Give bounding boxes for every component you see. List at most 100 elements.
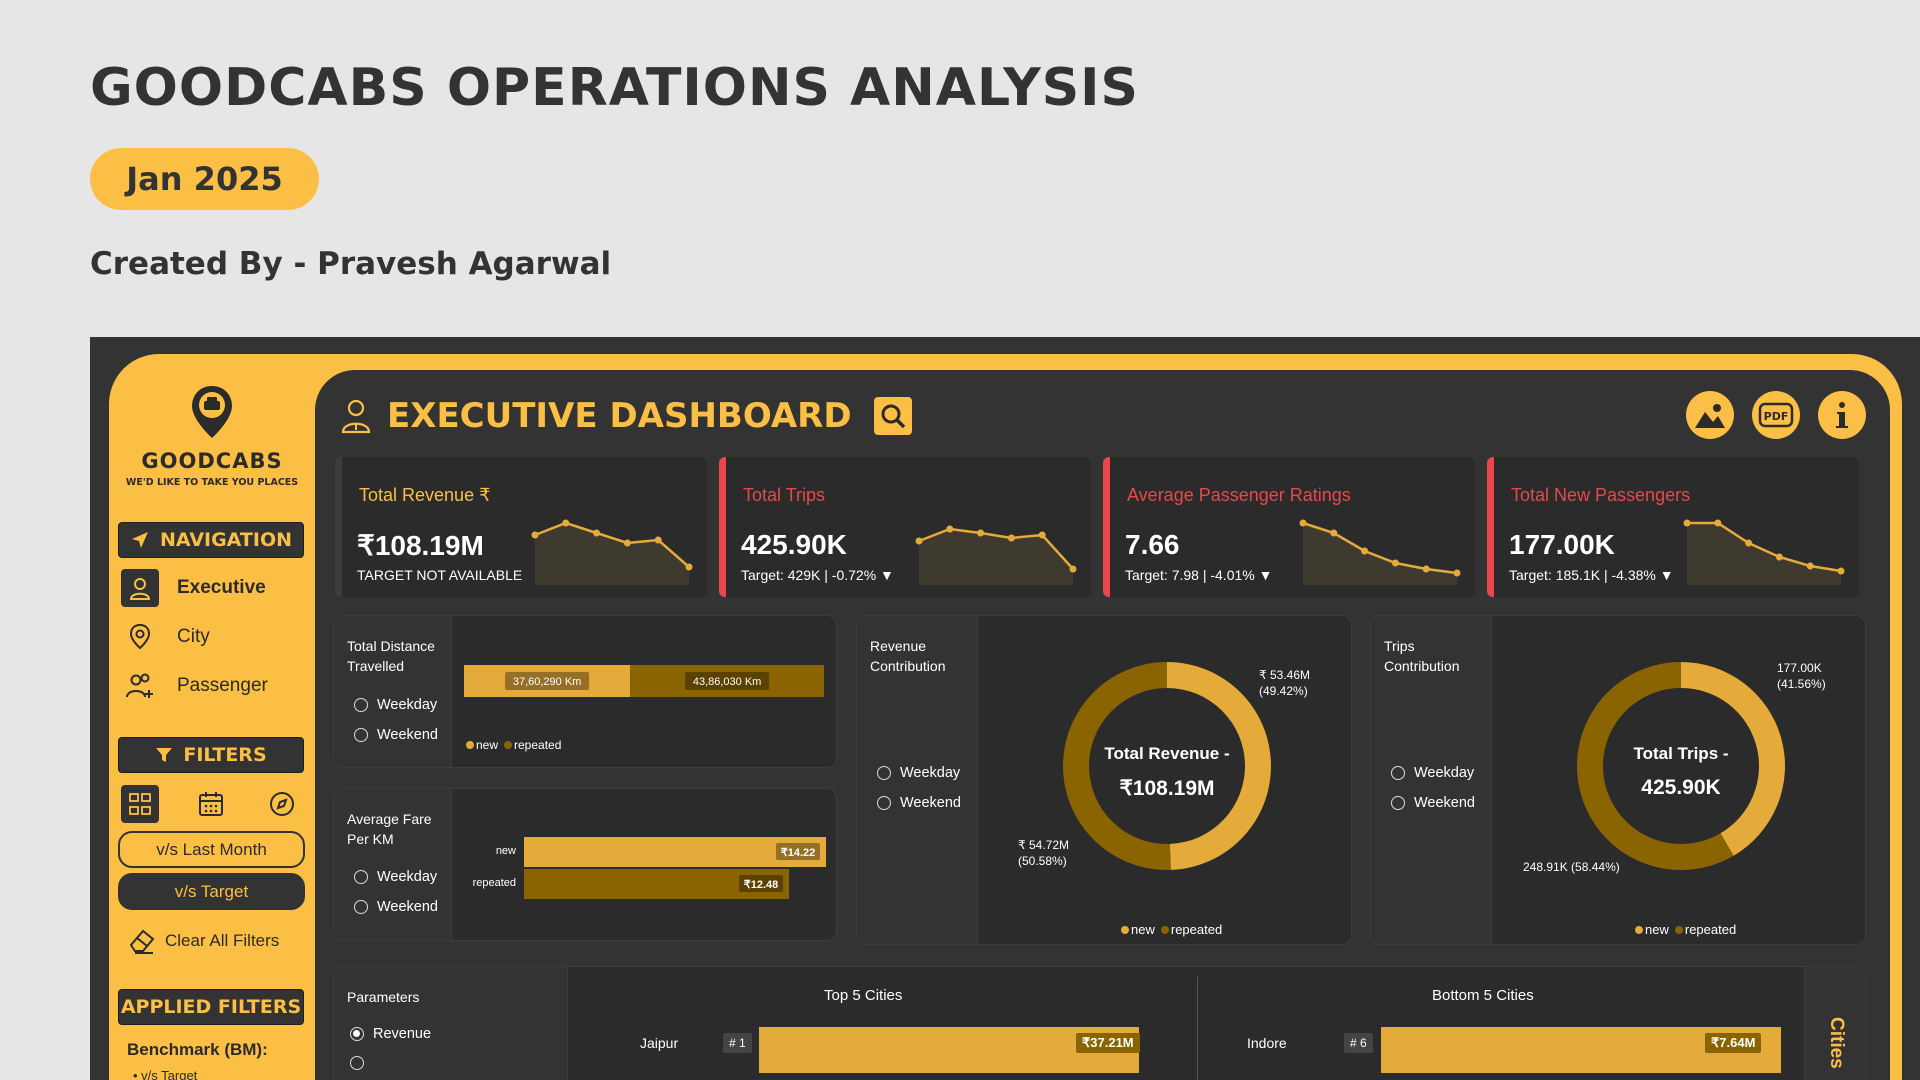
weekend-radio[interactable]: Weekend [354,727,438,743]
sparkline-point [1422,565,1430,573]
sparkline-point [1299,519,1307,527]
sparkline-point [1714,519,1722,527]
sparkline-point [1038,531,1046,539]
donut-center-value: 425.90K [1641,776,1721,799]
executive-person-icon [341,399,371,434]
applied-filters-header: APPLIED FILTERS [118,989,304,1025]
weekday-radio[interactable]: Weekday [354,869,437,885]
trips-contribution-card: Trips Contribution Weekday Weekend Total… [1370,615,1866,945]
people-add-icon [121,667,159,705]
distance-label-text: 37,60,290 Km [513,676,582,688]
legend-swatch-new [466,741,474,749]
vs-target-button[interactable]: v/s Target [118,873,305,910]
sparkline-point [946,525,954,533]
compass-icon[interactable] [263,785,301,823]
cities-tab-label: Cities [1826,1017,1847,1069]
search-icon [881,404,905,429]
filters-header-label: FILTERS [183,744,267,766]
revenue-contribution-card: Revenue Contribution Weekday Weekend Tot… [856,615,1352,945]
sparkline-point [685,563,693,571]
sparkline-area [1687,523,1841,585]
weekday-radio[interactable]: Weekday [877,765,960,781]
calendar-icon[interactable] [192,785,230,823]
sparkline-point [1391,559,1399,567]
sparkline-point [1683,519,1691,527]
applied-filters-label: APPLIED FILTERS [120,996,302,1018]
nav-item-executive[interactable]: Executive [121,569,266,607]
export-pdf-button[interactable]: PDF [1752,391,1800,439]
sparkline-area [1303,523,1457,585]
fare-card: Average Fare Per KM Weekday Weekend new ₹… [333,788,837,941]
revenue-legend: new repeated [1121,922,1222,937]
legend-swatch-repeated [504,741,513,749]
export-image-button[interactable] [1686,391,1734,439]
main-panel: EXECUTIVE DASHBOARD PDF Total Revenue ₹ … [315,370,1890,1080]
value-text: ₹ 53.46M [1259,668,1310,682]
benchmark-value: • v/s Target [133,1068,198,1080]
sparkline-point [977,529,985,537]
info-button[interactable] [1818,391,1866,439]
sparkline-area [919,529,1073,585]
radio-dot [354,698,368,712]
weekend-radio[interactable]: Weekend [354,899,438,915]
revenue-radio[interactable]: Revenue [350,1026,431,1042]
nav-item-passenger[interactable]: Passenger [121,667,268,705]
weekday-radio[interactable]: Weekday [354,697,437,713]
kpi-value: 177.00K [1509,529,1615,560]
top-city-name: Jaipur [640,1035,679,1051]
radio-label: Weekday [1414,765,1475,781]
city-type-icon[interactable] [121,785,159,823]
sparkline-point [1837,567,1845,575]
kpi-sparkline [1683,519,1845,585]
donut-slice-new [1167,662,1272,870]
legend-swatch-repeated [1674,925,1683,934]
legend-swatch-new [1121,925,1129,934]
weekend-radio[interactable]: Weekend [1391,795,1475,811]
trips-legend: new repeated [1635,922,1736,937]
kpi-total-revenue: Total Revenue ₹ ₹108.19M TARGET NOT AVAI… [335,457,707,597]
radio-label: Weekday [377,697,438,713]
clear-filters-button[interactable]: Clear All Filters [127,927,279,955]
kpi-title: Total Revenue ₹ [359,485,491,505]
radio-dot [354,870,368,884]
legend-label: repeated [1170,922,1223,937]
search-button[interactable] [873,397,912,435]
sparkline-point [1453,569,1461,577]
legend-new: new [1121,922,1155,937]
funnel-icon [156,748,173,762]
parameters-label: Parameters [347,989,420,1005]
legend-label: new [476,738,499,752]
radio-label: Weekend [1414,795,1475,811]
cities-card: Parameters Revenue Top 5 Cities Bottom 5… [333,966,1866,1080]
cities-divider [1197,977,1198,1080]
logo-text: GOODCABS [141,449,283,473]
legend-repeated: repeated [1160,922,1223,937]
kpi-status-bar [719,457,726,597]
fare-category-label: new [496,845,516,857]
cities-tab[interactable]: Cities [1804,967,1865,1080]
sidebar: GOODCABS WE'D LIKE TO TAKE YOU PLACES NA… [109,354,315,1080]
nav-item-label: City [177,626,210,647]
fare-label: Average Fare Per KM [347,811,432,847]
parameter-radio[interactable] [350,1056,364,1070]
weekday-radio[interactable]: Weekday [1391,765,1474,781]
sparkline-point [623,539,631,547]
donut-center-title: Total Trips - [1633,744,1729,763]
donut-center-title: Total Revenue - [1104,744,1230,763]
image-icon [1695,404,1725,428]
weekend-radio[interactable]: Weekend [877,795,961,811]
sparkline-point [654,536,662,544]
revenue-donut-chart [1063,662,1272,870]
sparkline-area [535,523,689,585]
kpi-sparkline [915,525,1077,585]
radio-dot [1391,796,1405,810]
legend-label: new [1645,922,1669,937]
nav-item-city[interactable]: City [121,618,210,656]
vs-last-month-button[interactable]: v/s Last Month [118,831,305,868]
eraser-icon [129,929,155,954]
radio-label: Weekend [900,795,961,811]
radio-label: Weekend [377,727,438,743]
top-cities-title: Top 5 Cities [824,987,903,1004]
goodcabs-pin-icon [192,386,232,438]
legend-repeated: repeated [504,738,561,752]
